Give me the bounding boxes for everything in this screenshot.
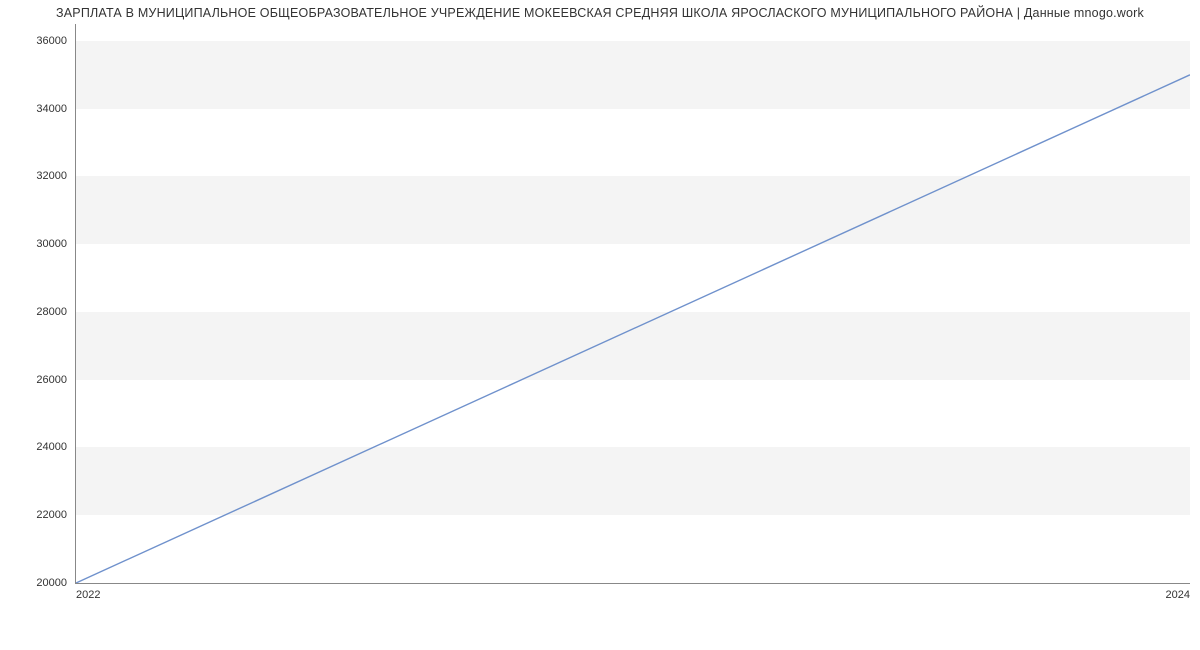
y-tick-label: 34000 — [21, 103, 67, 115]
y-tick-label: 20000 — [21, 577, 67, 589]
data-line — [76, 75, 1190, 583]
y-tick-label: 28000 — [21, 306, 67, 318]
line-layer — [76, 24, 1190, 583]
chart-area: 2000022000240002600028000300003200034000… — [75, 24, 1190, 584]
x-tick-label: 2022 — [76, 589, 100, 601]
y-tick-label: 36000 — [21, 35, 67, 47]
chart-title: ЗАРПЛАТА В МУНИЦИПАЛЬНОЕ ОБЩЕОБРАЗОВАТЕЛ… — [0, 0, 1200, 24]
y-tick-label: 22000 — [21, 509, 67, 521]
y-tick-label: 30000 — [21, 238, 67, 250]
y-tick-label: 26000 — [21, 374, 67, 386]
plot-area: 2000022000240002600028000300003200034000… — [75, 24, 1190, 584]
y-tick-label: 24000 — [21, 441, 67, 453]
y-tick-label: 32000 — [21, 170, 67, 182]
x-tick-label: 2024 — [1166, 589, 1190, 601]
